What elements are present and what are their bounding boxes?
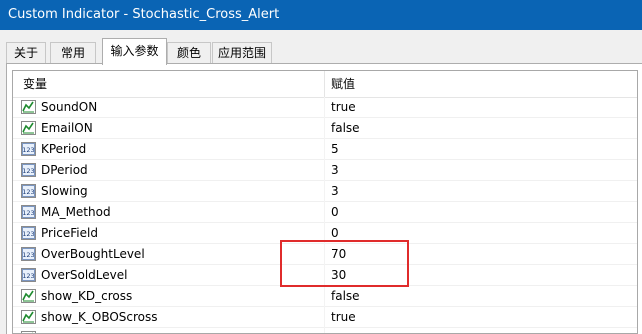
bool-toggle-icon: [21, 100, 36, 114]
svg-text:123: 123: [22, 272, 34, 280]
numeric-123-icon: 123: [21, 226, 36, 240]
svg-text:123: 123: [22, 167, 34, 175]
parameter-value[interactable]: 5: [331, 139, 339, 159]
cell-divider: [324, 286, 325, 307]
parameter-name: MA_Method: [41, 205, 111, 219]
cell-divider: [324, 265, 325, 286]
window-title-bar: Custom Indicator - Stochastic_Cross_Aler…: [0, 0, 642, 30]
table-row[interactable]: 123 OverBoughtLevel 70: [13, 244, 637, 265]
parameter-name: Slowing: [41, 184, 88, 198]
tab-input-parameters[interactable]: 输入参数: [102, 38, 167, 65]
cell-divider: [324, 223, 325, 244]
parameter-value[interactable]: 3: [331, 160, 339, 180]
parameter-name: KPeriod: [41, 142, 87, 156]
tab-strip: 关于 常用 输入参数 颜色 应用范围: [0, 30, 642, 65]
parameter-value[interactable]: 70: [331, 244, 346, 264]
cell-divider: [324, 307, 325, 328]
parameters-grid: 变量 赋值 SoundON true EmailON false 123 KPeriod 5…: [12, 70, 638, 334]
table-row[interactable]: 123 Slowing 3: [13, 181, 637, 202]
table-row[interactable]: show_KD_cross false: [13, 286, 637, 307]
column-header-value[interactable]: 赋值: [331, 71, 355, 97]
parameter-name: OverBoughtLevel: [41, 247, 145, 261]
parameter-name: PriceField: [41, 226, 98, 240]
parameter-value[interactable]: 30: [331, 265, 346, 285]
table-row[interactable]: 123 MA_Method 0: [13, 202, 637, 223]
numeric-123-icon: 123: [21, 163, 36, 177]
svg-text:123: 123: [22, 188, 34, 196]
numeric-123-icon: 123: [21, 184, 36, 198]
numeric-123-icon: 123: [21, 205, 36, 219]
parameter-name: show_KD_cross: [41, 289, 133, 303]
bool-toggle-icon: [21, 310, 36, 324]
bool-toggle-icon: [21, 121, 36, 135]
svg-text:123: 123: [22, 230, 34, 238]
numeric-123-icon: 123: [21, 247, 36, 261]
table-row[interactable]: 123 DPeriod 3: [13, 160, 637, 181]
cell-divider: [324, 139, 325, 160]
cell-divider: [324, 118, 325, 139]
svg-text:123: 123: [22, 146, 34, 154]
parameter-name: OverSoldLevel: [41, 268, 128, 282]
table-row[interactable]: EmailON false: [13, 118, 637, 139]
table-row[interactable]: 123 OverSoldLevel 30: [13, 265, 637, 286]
parameter-value[interactable]: true: [331, 307, 356, 327]
grid-rows: SoundON true EmailON false 123 KPeriod 5 123 DPe…: [13, 97, 637, 333]
cell-divider: [324, 181, 325, 202]
table-row[interactable]: 123 KPeriod 5: [13, 139, 637, 160]
cell-divider: [324, 97, 325, 118]
parameter-value[interactable]: false: [331, 286, 360, 306]
table-row[interactable]: 123 PriceField 0: [13, 223, 637, 244]
svg-text:123: 123: [22, 209, 34, 217]
table-row[interactable]: show_K_OBOScross true: [13, 307, 637, 328]
parameter-name: show_K_OBOScross: [41, 310, 158, 324]
svg-text:123: 123: [22, 251, 34, 259]
tab-common[interactable]: 常用: [50, 42, 96, 64]
cell-divider: [324, 244, 325, 265]
parameter-value[interactable]: 3: [331, 181, 339, 201]
grid-header: 变量 赋值: [13, 71, 637, 98]
numeric-123-icon: 123: [21, 268, 36, 282]
column-divider[interactable]: [324, 71, 325, 97]
cell-divider: [324, 202, 325, 223]
parameter-name: SoundON: [41, 100, 98, 114]
window-title: Custom Indicator - Stochastic_Cross_Aler…: [8, 7, 280, 22]
parameter-value[interactable]: 0: [331, 202, 339, 222]
column-header-variable[interactable]: 变量: [23, 71, 47, 97]
tab-visualization[interactable]: 应用范围: [212, 42, 272, 64]
table-row[interactable]: [13, 328, 637, 333]
table-row[interactable]: SoundON true: [13, 97, 637, 118]
parameter-value[interactable]: true: [331, 97, 356, 117]
parameter-value[interactable]: false: [331, 118, 360, 138]
numeric-123-icon: 123: [21, 142, 36, 156]
parameter-value[interactable]: 0: [331, 223, 339, 243]
cell-divider: [324, 160, 325, 181]
cell-divider: [324, 328, 325, 333]
tab-about[interactable]: 关于: [6, 42, 46, 64]
parameter-name: DPeriod: [41, 163, 88, 177]
parameter-name: EmailON: [41, 121, 93, 135]
tab-colors[interactable]: 颜色: [167, 42, 211, 64]
bool-toggle-icon: [21, 289, 36, 303]
